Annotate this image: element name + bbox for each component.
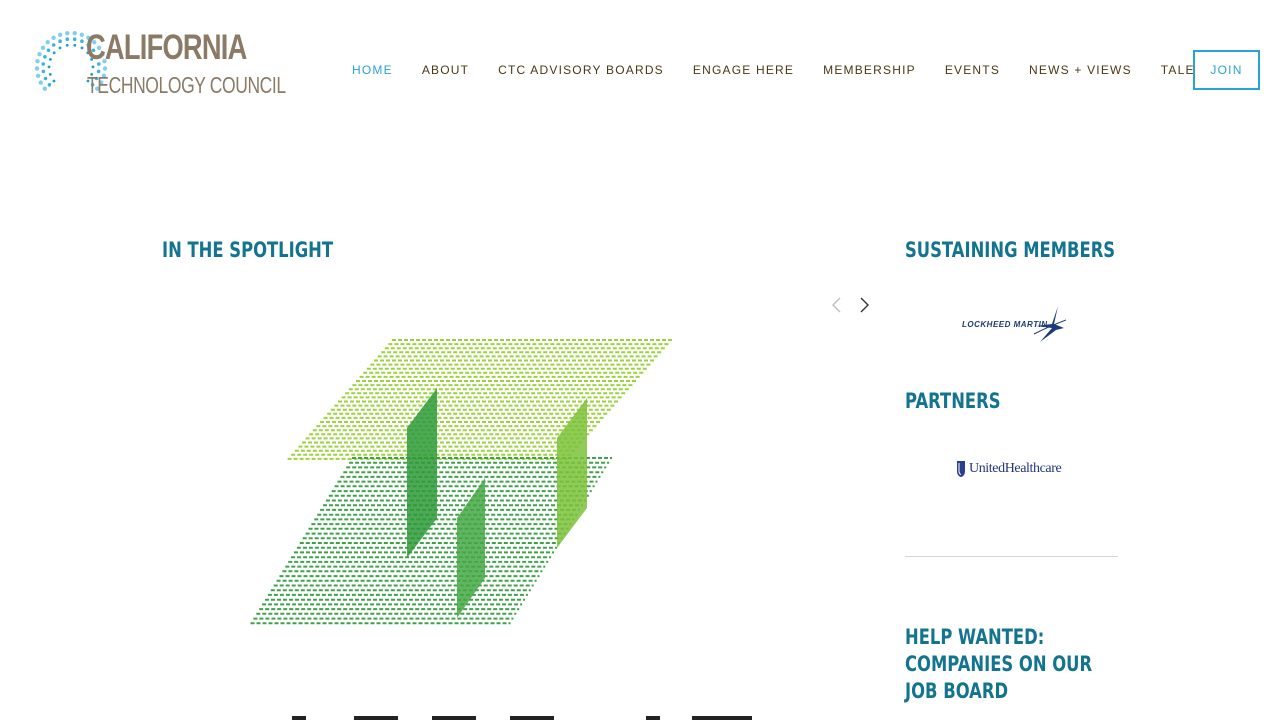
unitedhealthcare-logo[interactable]: UnitedHealthcare <box>956 457 1070 481</box>
sustaining-members-heading: SUSTAINING MEMBERS <box>905 238 1116 262</box>
site-header: CALIFORNIA TECHNOLOGY COUNCIL HOME ABOUT… <box>0 0 1280 140</box>
help-wanted-heading: HELP WANTED: COMPANIES ON OUR JOB BOARD <box>905 625 1093 703</box>
lockheed-star-icon <box>1033 306 1066 342</box>
logo-line-2: TECHNOLOGY COUNCIL <box>87 72 286 98</box>
site-logo[interactable]: CALIFORNIA TECHNOLOGY COUNCIL <box>34 28 286 108</box>
unitedhealthcare-logo-text: UnitedHealthcare <box>969 461 1062 476</box>
slider-next-icon[interactable] <box>855 296 873 314</box>
lockheed-martin-logo[interactable]: LOCKHEED MARTIN <box>958 304 1066 344</box>
nav-engage-here[interactable]: ENGAGE HERE <box>693 63 794 77</box>
nav-membership[interactable]: MEMBERSHIP <box>823 63 916 77</box>
main-nav: HOME ABOUT CTC ADVISORY BOARDS ENGAGE HE… <box>352 62 1242 78</box>
sidebar-divider <box>905 556 1118 557</box>
nav-news-views[interactable]: NEWS + VIEWS <box>1029 63 1132 77</box>
slider-prev-icon[interactable] <box>828 296 846 314</box>
nav-ctc-advisory-boards[interactable]: CTC ADVISORY BOARDS <box>498 63 664 77</box>
logo-line-1: CALIFORNIA <box>86 28 247 67</box>
nav-home[interactable]: HOME <box>352 63 393 77</box>
partners-heading: PARTNERS <box>905 389 1001 413</box>
spotlight-image[interactable] <box>222 328 808 720</box>
spotlight-graphic <box>250 339 752 720</box>
nav-events[interactable]: EVENTS <box>945 63 1000 77</box>
join-button[interactable]: JOIN <box>1193 50 1260 90</box>
uh-shield-icon <box>957 461 965 477</box>
spotlight-bottom-mark <box>292 716 752 720</box>
nav-about[interactable]: ABOUT <box>422 63 469 77</box>
spotlight-heading: IN THE SPOTLIGHT <box>162 238 334 262</box>
